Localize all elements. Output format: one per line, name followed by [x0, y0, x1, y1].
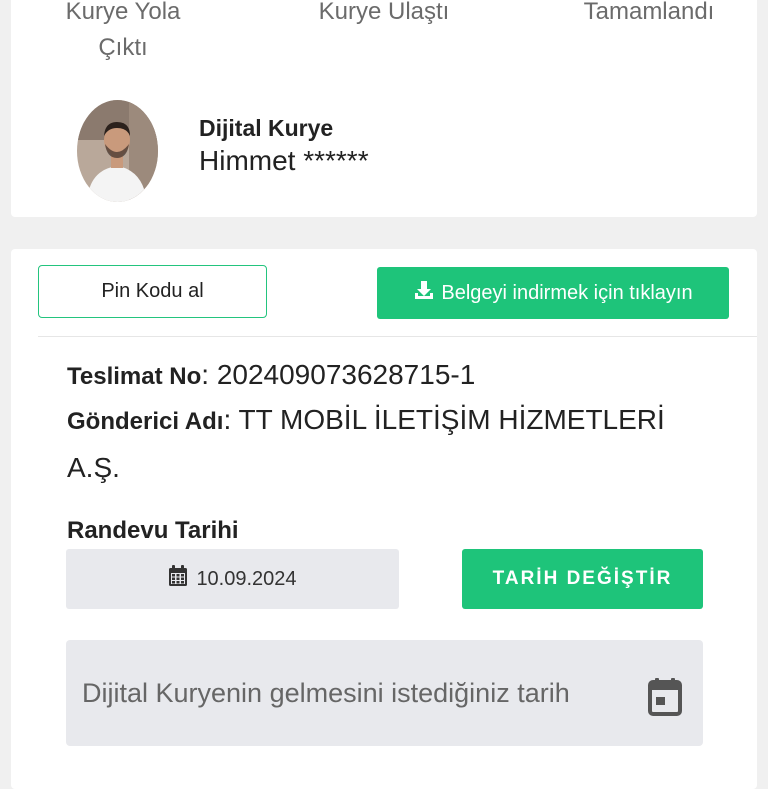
step-completed: Tamamlandı [583, 0, 715, 25]
appointment-date-value: 10.09.2024 [196, 567, 297, 590]
calendar-outline-icon[interactable] [648, 678, 682, 716]
label-colon: : [223, 404, 239, 435]
calendar-icon [168, 565, 188, 593]
delivery-number-value: 202409073628715-1 [216, 359, 476, 390]
download-icon [413, 279, 435, 307]
download-label: Belgeyi indirmek için tıklayın [441, 281, 693, 304]
avatar [77, 100, 158, 202]
divider [38, 336, 757, 337]
delivery-status-card: Kurye Yola Çıktı Kurye Ulaştı Tamamlandı… [11, 0, 757, 217]
download-document-button[interactable]: Belgeyi indirmek için tıklayın [377, 267, 729, 319]
requested-date-input[interactable]: Dijital Kuryenin gelmesini istediğiniz t… [66, 640, 703, 746]
delivery-number-label: Teslimat No [67, 363, 202, 390]
pin-code-button[interactable]: Pin Kodu al [38, 265, 267, 318]
delivery-number: Teslimat No: 202409073628715-1 [67, 359, 475, 391]
step-courier-departed: Kurye Yola Çıktı [65, 0, 181, 61]
requested-date-placeholder: Dijital Kuryenin gelmesini istediğiniz t… [82, 678, 570, 708]
appointment-date-display: 10.09.2024 [66, 549, 399, 609]
change-date-label: TARİH DEĞİŞTİR [492, 568, 673, 589]
change-date-button[interactable]: TARİH DEĞİŞTİR [462, 549, 703, 609]
delivery-details-card: Pin Kodu al Belgeyi indirmek için tıklay… [11, 249, 757, 789]
pin-code-label: Pin Kodu al [101, 280, 204, 302]
sender-name: Gönderici Adı: TT MOBİL İLETİŞİM HİZMETL… [67, 397, 707, 491]
courier-name: Himmet ****** [199, 145, 369, 176]
appointment-title: Randevu Tarihi [67, 517, 239, 544]
label-colon: : [201, 359, 217, 390]
courier-title: Dijital Kurye [199, 115, 334, 141]
step-courier-arrived: Kurye Ulaştı [318, 0, 450, 25]
sender-name-label: Gönderici Adı [67, 408, 224, 435]
